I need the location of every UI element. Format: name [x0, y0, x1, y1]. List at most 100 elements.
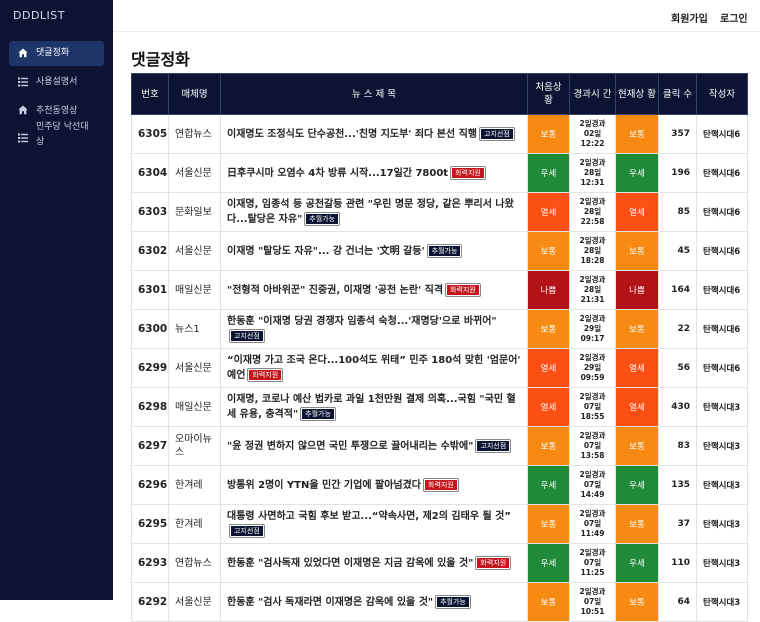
news-title-cell[interactable]: 이재명 "탈당도 자유"... 강 건너는 '文明 갈등' 추월가능	[220, 231, 528, 271]
current-status: 우세	[615, 543, 659, 583]
first-status: 나쁨	[527, 270, 570, 310]
elapsed-time: 2일경과 07일 11:49	[569, 504, 616, 544]
news-title-cell[interactable]: 이재명, 코로나 예산 법카로 과일 1천만원 결제 의혹...국힘 "국민 혈…	[220, 387, 528, 427]
sidebar-item-videos[interactable]: 추천동영상	[9, 103, 104, 121]
status-badge: 고지선점	[229, 524, 265, 538]
table-row[interactable]: 6292 서울신문 한동훈 "검사 독재라면 이재명은 감옥에 있을 것" 추월가능 보…	[131, 582, 748, 622]
elapsed-days: 2일경과	[579, 353, 606, 362]
elapsed-days: 2일경과	[579, 587, 606, 596]
news-title-cell[interactable]: 이재명, 임종석 등 공천갈등 관련 "우린 명문 정당, 같은 뿌리서 나왔다…	[220, 192, 528, 232]
elapsed-clock: 13:58	[580, 451, 605, 460]
table-row[interactable]: 6302 서울신문 이재명 "탈당도 자유"... 강 건너는 '文明 갈등' 추월가…	[131, 231, 748, 271]
signup-link[interactable]: 회원가입	[671, 10, 708, 25]
elapsed-time: 2일경과 07일 14:49	[569, 465, 616, 505]
current-status: 보통	[615, 231, 659, 271]
current-status: 우세	[615, 465, 659, 505]
news-title-cell[interactable]: “이재명 가고 조국 온다...100석도 위태” 민주 180석 맞힌 '엄문…	[220, 348, 528, 388]
table-row[interactable]: 6296 한겨레 방통위 2명이 YTN을 민간 기업에 팔아넘겼다 화력지원 우세 2일…	[131, 465, 748, 505]
elapsed-clock: 11:49	[580, 529, 605, 538]
author-name: 탄핵시대6	[696, 348, 748, 388]
news-title-link[interactable]: 방통위 2명이 YTN을 민간 기업에 팔아넘겼다	[227, 480, 421, 491]
author-name: 탄핵시대3	[696, 582, 748, 622]
news-title-link[interactable]: "전형적 아바위꾼" 진중권, 이재명 '공천 논란' 직격	[227, 285, 443, 296]
home-icon	[18, 48, 28, 58]
sidebar-item-comment-cleanup[interactable]: 댓글정화	[9, 41, 104, 66]
elapsed-date: 28일	[583, 168, 602, 177]
elapsed-time: 2일경과 28일 12:31	[569, 153, 616, 193]
news-title-link[interactable]: 한동훈 "이재명 당권 경쟁자 임종석 숙청...'재명당'으로 바뀌어"	[227, 316, 497, 327]
table-row[interactable]: 6305 연합뉴스 이재명도 조정식도 단수공천...'친명 지도부' 죄다 본선 …	[131, 114, 748, 154]
news-title-cell[interactable]: 대통령 사면하고 국힘 후보 받고...“약속사면, 제2의 김태우 될 것” 고…	[220, 504, 528, 544]
click-count: 37	[658, 504, 697, 544]
row-number: 6297	[131, 426, 169, 466]
table-row[interactable]: 6298 매일신문 이재명, 코로나 예산 법카로 과일 1천만원 결제 의혹...…	[131, 387, 748, 427]
news-title-link[interactable]: 한동훈 "검사독재 있었다면 이재명은 지금 감옥에 있을 것"	[227, 558, 473, 569]
sidebar-item-label: 추천동영상	[36, 106, 78, 116]
news-title-cell[interactable]: 한동훈 "검사 독재라면 이재명은 감옥에 있을 것" 추월가능	[220, 582, 528, 622]
first-status: 보통	[527, 231, 570, 271]
elapsed-clock: 11:25	[580, 568, 605, 577]
sidebar-nav: 댓글정화 사용설명서 추천동영상 민주당 낙선대 상	[9, 41, 104, 161]
media-name: 문화일보	[168, 192, 221, 232]
first-status: 열세	[527, 348, 570, 388]
table-row[interactable]: 6303 문화일보 이재명, 임종석 등 공천갈등 관련 "우린 명문 정당, 같은…	[131, 192, 748, 232]
news-title-link[interactable]: 日후쿠시마 오염수 4차 방류 시작...17일간 7800t	[227, 168, 448, 179]
row-number: 6292	[131, 582, 169, 622]
click-count: 64	[658, 582, 697, 622]
sidebar-item-defeat[interactable]: 민주당 낙선대 상	[9, 121, 104, 161]
table-row[interactable]: 6297 오마이뉴스 "윤 정권 변하지 않으면 국민 투쟁으로 끌어내리는 수밖에…	[131, 426, 748, 466]
status-badge: 고지선점	[479, 126, 515, 141]
news-title-link[interactable]: 한동훈 "검사 독재라면 이재명은 감옥에 있을 것"	[227, 597, 433, 608]
elapsed-date: 07일	[583, 402, 602, 411]
elapsed-time: 2일경과 28일 22:58	[569, 192, 616, 232]
table-row[interactable]: 6293 연합뉴스 한동훈 "검사독재 있었다면 이재명은 지금 감옥에 있을 것"…	[131, 543, 748, 583]
news-title-cell[interactable]: 한동훈 "이재명 당권 경쟁자 임종석 숙청...'재명당'으로 바뀌어" 고지선…	[220, 309, 528, 349]
row-number: 6300	[131, 309, 169, 349]
col-header-elapsed: 경과시 간	[569, 73, 616, 115]
current-status: 보통	[615, 426, 659, 466]
table-row[interactable]: 6300 뉴스1 한동훈 "이재명 당권 경쟁자 임종석 숙청...'재명당'으로 …	[131, 309, 748, 349]
table-row[interactable]: 6301 매일신문 "전형적 아바위꾼" 진중권, 이재명 '공천 논란' 직격 화력…	[131, 270, 748, 310]
news-title-link[interactable]: 이재명 "탈당도 자유"... 강 건너는 '文明 갈등'	[227, 246, 425, 257]
elapsed-date: 29일	[583, 363, 602, 372]
sidebar-item-label: 댓글정화	[36, 48, 70, 58]
news-title-cell[interactable]: "전형적 아바위꾼" 진중권, 이재명 '공천 논란' 직격 화력지원	[220, 270, 528, 310]
media-name: 뉴스1	[168, 309, 221, 349]
news-title-link[interactable]: 이재명도 조정식도 단수공천...'친명 지도부' 죄다 본선 직행	[227, 129, 477, 140]
login-link[interactable]: 로그인	[720, 10, 748, 25]
elapsed-clock: 10:51	[580, 607, 605, 616]
news-title-cell[interactable]: 방통위 2명이 YTN을 민간 기업에 팔아넘겼다 화력지원	[220, 465, 528, 505]
elapsed-date: 07일	[583, 480, 602, 489]
author-name: 탄핵시대3	[696, 543, 748, 583]
table-row[interactable]: 6299 서울신문 “이재명 가고 조국 온다...100석도 위태” 민주 180…	[131, 348, 748, 388]
news-title-link[interactable]: "윤 정권 변하지 않으면 국민 투쟁으로 끌어내리는 수밖에"	[227, 441, 473, 452]
status-badge: 화력지원	[247, 368, 284, 382]
status-badge: 화력지원	[445, 282, 481, 297]
row-number: 6302	[131, 231, 169, 271]
news-title-link[interactable]: 대통령 사면하고 국힘 후보 받고...“약속사면, 제2의 김태우 될 것”	[227, 511, 511, 522]
news-title-cell[interactable]: 한동훈 "검사독재 있었다면 이재명은 지금 감옥에 있을 것" 화력지원	[220, 543, 528, 583]
current-status: 보통	[615, 309, 659, 349]
table-row[interactable]: 6295 한겨레 대통령 사면하고 국힘 후보 받고...“약속사면, 제2의 김태…	[131, 504, 748, 544]
sidebar: DDDLIST 댓글정화 사용설명서 추천동영상 민주당 낙선대 상	[0, 0, 113, 600]
elapsed-time: 2일경과 29일 09:17	[569, 309, 616, 349]
sidebar-item-manual[interactable]: 사용설명서	[9, 72, 104, 103]
news-title-link[interactable]: 이재명, 임종석 등 공천갈등 관련 "우린 명문 정당, 같은 뿌리서 나왔다…	[227, 199, 514, 225]
table-row[interactable]: 6304 서울신문 日후쿠시마 오염수 4차 방류 시작...17일간 7800t 화…	[131, 153, 748, 193]
first-status: 보통	[527, 114, 570, 154]
first-status: 보통	[527, 504, 570, 544]
elapsed-date: 28일	[583, 246, 602, 255]
news-title-cell[interactable]: "윤 정권 변하지 않으면 국민 투쟁으로 끌어내리는 수밖에" 고지선점	[220, 426, 528, 466]
elapsed-time: 2일경과 07일 18:55	[569, 387, 616, 427]
news-title-link[interactable]: 이재명, 코로나 예산 법카로 과일 1천만원 결제 의혹...국힘 "국민 혈…	[227, 394, 516, 420]
elapsed-days: 2일경과	[579, 548, 606, 557]
elapsed-days: 2일경과	[579, 509, 606, 518]
brand-logo[interactable]: DDDLIST	[13, 9, 65, 22]
news-title-cell[interactable]: 이재명도 조정식도 단수공천...'친명 지도부' 죄다 본선 직행 고지선점	[220, 114, 528, 154]
author-name: 탄핵시대6	[696, 231, 748, 271]
home-icon	[18, 105, 28, 115]
status-badge: 화력지원	[423, 477, 459, 492]
news-title-cell[interactable]: 日후쿠시마 오염수 4차 방류 시작...17일간 7800t 화력지원	[220, 153, 528, 193]
click-count: 56	[658, 348, 697, 388]
click-count: 83	[658, 426, 697, 466]
